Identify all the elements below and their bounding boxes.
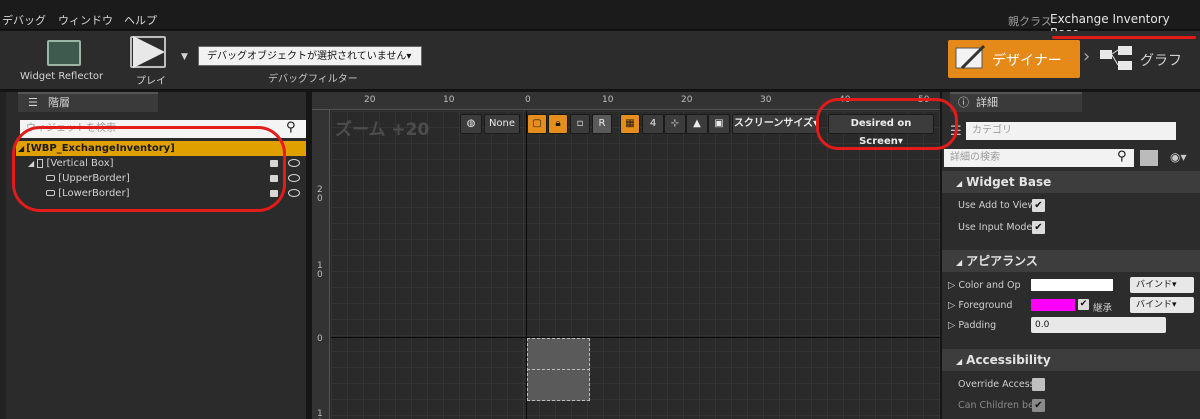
color-swatch-magenta[interactable]: [1031, 299, 1075, 311]
anchor-none-dropdown[interactable]: None: [484, 114, 520, 134]
inherit-checkbox[interactable]: ✔: [1078, 299, 1089, 310]
use-input-mode-checkbox[interactable]: ✔: [1032, 221, 1045, 234]
annotation-circle-hierarchy: [12, 126, 286, 212]
chevron-right-icon: ›: [1083, 46, 1091, 67]
section-widget-base[interactable]: ◢ Widget Base: [942, 171, 1200, 193]
inherit-label: 継承: [1093, 303, 1113, 314]
eye-icon[interactable]: [288, 189, 300, 197]
override-access-label: Override Access: [958, 379, 1035, 390]
use-add-to-view-checkbox[interactable]: ✔: [1032, 199, 1045, 212]
search-icon[interactable]: ⚲: [286, 120, 296, 135]
r-toggle[interactable]: R: [592, 114, 612, 134]
globe-icon[interactable]: ◍: [460, 114, 482, 134]
ruler-tick-label: 10: [443, 95, 455, 105]
section-label: Widget Base: [966, 175, 1052, 189]
menu-help[interactable]: ヘルプ: [124, 12, 157, 28]
color-and-opacity-label: ▷ Color and Op: [948, 280, 1021, 291]
info-icon: ⓘ: [958, 96, 969, 109]
none-label: None: [488, 118, 516, 129]
section-appearance[interactable]: ◢ アピアランス: [942, 250, 1200, 272]
image-icon[interactable]: ▲: [686, 114, 708, 134]
tab-hierarchy[interactable]: ☰ 階層: [18, 92, 158, 112]
override-access-checkbox[interactable]: [1032, 378, 1045, 391]
details-panel: ⓘ 詳細 ☰ カテゴリ 詳細の検索 ⚲ ◉▾ ◢ Widget Base Use …: [942, 92, 1200, 419]
ruler-tick-label: 10: [602, 95, 614, 105]
graph-label: グラフ: [1140, 53, 1182, 69]
list-icon: ☰: [28, 96, 38, 109]
tab-details[interactable]: ⓘ 詳細: [950, 92, 1082, 112]
ruler-tick-label: 20: [681, 95, 693, 105]
designer-icon: [955, 44, 986, 70]
ruler-tick-label: 0: [525, 95, 531, 105]
details-search-input[interactable]: 詳細の検索: [944, 149, 1134, 167]
debug-filter-label: デバッグフィルター: [268, 74, 358, 85]
widget-reflector-label: Widget Reflector: [20, 71, 104, 82]
screen-size-label: スクリーンサイズ▾: [733, 118, 819, 129]
eye-icon[interactable]: [288, 174, 300, 182]
tab-details-label: 詳細: [976, 96, 998, 109]
respect-locks-icon[interactable]: ▫: [570, 114, 590, 134]
ruler-left: 2 0 1 0 0 1 0: [312, 110, 330, 419]
ruler-tick-label: 30: [760, 95, 772, 105]
parent-class-label: 親クラス: [1008, 15, 1052, 28]
lock-icon[interactable]: 🔒︎: [548, 114, 568, 134]
transform-icon[interactable]: ⊹: [664, 114, 686, 134]
annotation-underline-parent: [1052, 36, 1196, 39]
widget-divider: [527, 369, 590, 370]
outline-toggle-icon[interactable]: ▢: [527, 114, 547, 134]
foreground-text: Foreground: [958, 300, 1013, 311]
play-icon: [133, 36, 165, 68]
zoom-level: ズーム +20: [335, 120, 430, 140]
color-and-opacity-text: Color and Op: [958, 280, 1021, 291]
chevron-down-icon[interactable]: ▼: [181, 52, 188, 62]
search-icon[interactable]: ⚲: [1117, 149, 1127, 164]
can-children-checkbox[interactable]: ✔: [1032, 399, 1045, 412]
annotation-circle-desired: [816, 98, 958, 150]
eye-icon[interactable]: [288, 159, 300, 167]
tab-hierarchy-label: 階層: [48, 96, 70, 109]
ruler-tick-label: 2 0: [317, 185, 323, 204]
left-edge: [0, 92, 6, 419]
r-label: R: [598, 118, 606, 129]
can-children-label: Can Children be: [958, 400, 1034, 411]
ruler-tick-label: 20: [364, 95, 376, 105]
play-label: プレイ: [136, 76, 166, 87]
property-matrix-icon[interactable]: [1140, 150, 1158, 166]
section-label: アピアランス: [966, 254, 1038, 268]
debug-object-select[interactable]: デバッグオブジェクトが選択されていません▾: [198, 46, 422, 66]
use-add-to-view-label: Use Add to View: [958, 200, 1036, 211]
grid-value: 4: [649, 118, 657, 129]
grid-snap-value[interactable]: 4: [642, 114, 664, 134]
bind-dropdown-color[interactable]: バインド▾: [1130, 277, 1194, 293]
bind-dropdown-foreground[interactable]: バインド▾: [1130, 297, 1194, 313]
category-field[interactable]: カテゴリ: [966, 122, 1176, 140]
canvas-grid[interactable]: [331, 111, 940, 419]
widget-reflector-icon: [47, 40, 81, 66]
designer-label: デザイナー: [992, 53, 1062, 69]
origin-axis-horizontal: [331, 337, 940, 338]
graph-icon: [1100, 46, 1132, 70]
color-swatch-white[interactable]: [1031, 279, 1113, 291]
foreground-label: ▷ Foreground: [948, 300, 1013, 311]
menu-bar: デバッグ ウィンドウ ヘルプ 親クラス Exchange Inventory B…: [0, 0, 1200, 40]
padding-label: ▷ Padding: [948, 320, 997, 331]
section-label: Accessibility: [966, 353, 1051, 367]
screen-size-dropdown[interactable]: スクリーンサイズ▾: [732, 114, 820, 134]
use-input-mode-label: Use Input Mode: [958, 222, 1033, 233]
designer-button[interactable]: デザイナー: [948, 40, 1080, 78]
grid-snap-icon[interactable]: ▦: [620, 114, 640, 134]
eye-icon[interactable]: ◉▾: [1170, 150, 1187, 164]
ruler-tick-label: 0: [317, 334, 323, 344]
menu-debug[interactable]: デバッグ: [2, 12, 46, 28]
ruler-tick-label: 1 0: [317, 409, 323, 419]
ruler-tick-label: 1 0: [317, 261, 323, 280]
menu-window[interactable]: ウィンドウ: [58, 12, 113, 28]
padding-input[interactable]: 0.0: [1031, 317, 1166, 333]
section-accessibility[interactable]: ◢ Accessibility: [942, 349, 1200, 371]
padding-text: Padding: [958, 320, 997, 331]
graph-button[interactable]: グラフ: [1098, 40, 1194, 78]
preview-icon[interactable]: ▣: [708, 114, 730, 134]
